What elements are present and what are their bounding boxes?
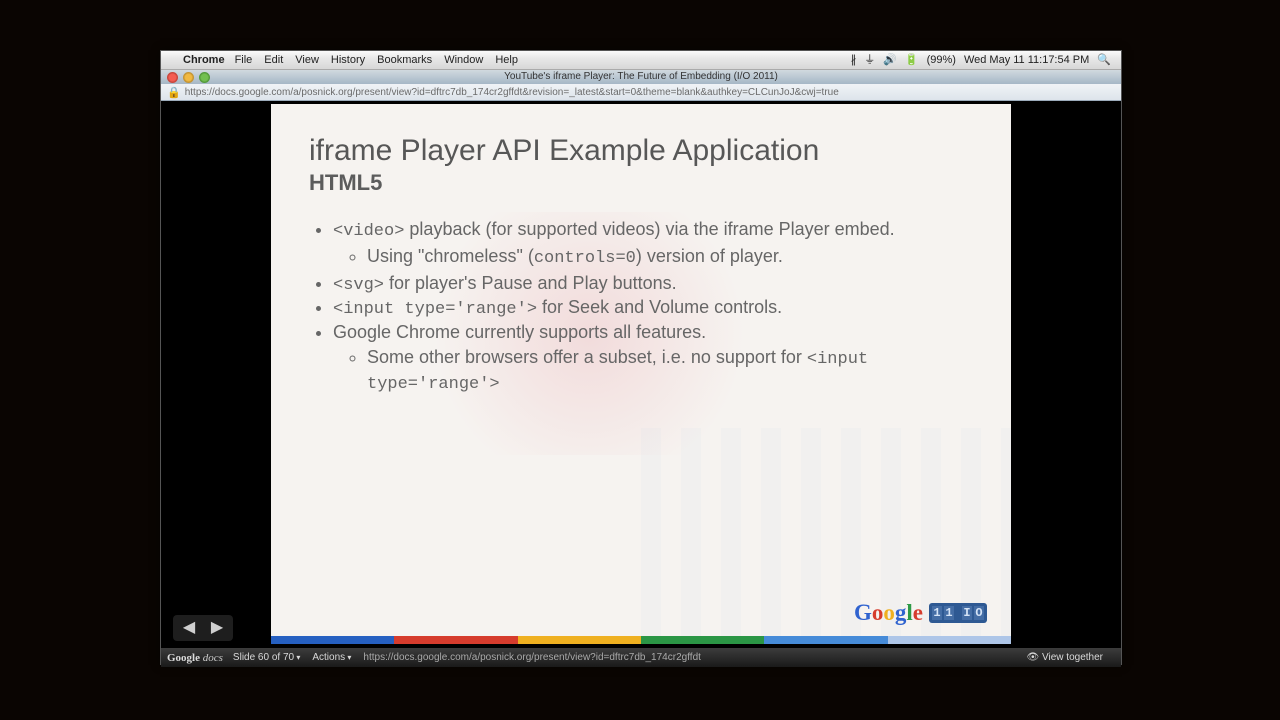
chrome-titlebar: YouTube's iframe Player: The Future of E… [161,70,1121,84]
docs-footer: Google docs Slide 60 of 70 Actions https… [161,647,1121,667]
tab-title[interactable]: YouTube's iframe Player: The Future of E… [504,71,778,82]
view-together-button[interactable]: View together [1027,652,1103,663]
bullet-chromeless: Using "chromeless" (controls=0) version … [367,245,973,270]
presentation-stage: iframe Player API Example Application HT… [161,101,1121,647]
url-text: https://docs.google.com/a/posnick.org/pr… [185,87,839,98]
menu-file[interactable]: File [235,54,253,66]
window-minimize-button[interactable] [183,72,194,83]
actions-menu[interactable]: Actions [312,652,351,663]
lock-icon: 🔒 [167,86,181,99]
slide-indicator[interactable]: Slide 60 of 70 [233,652,300,663]
window-zoom-button[interactable] [199,72,210,83]
product-label: Google docs [167,652,223,664]
bullet-browser-subset: Some other browsers offer a subset, i.e.… [367,346,973,396]
window-controls [167,72,210,83]
slide-footer-stripe [271,636,1011,644]
google-io-logo: Google 11 IO [854,600,987,626]
wifi-icon[interactable]: ⏚ [864,55,875,66]
slide-prev-button[interactable]: ◀ [177,619,201,637]
spotlight-icon[interactable]: 🔍 [1097,55,1111,66]
slide-next-button[interactable]: ▶ [205,619,229,637]
menu-edit[interactable]: Edit [264,54,283,66]
slide-bullets: <video> playback (for supported videos) … [309,218,973,396]
slide-nav: ◀ ▶ [173,615,233,641]
bluetooth-icon[interactable]: ∦ [851,55,857,66]
code-range: <input type='range'> [333,300,537,319]
code-video: <video> [333,222,404,241]
address-bar[interactable]: 🔒 https://docs.google.com/a/posnick.org/… [161,84,1121,101]
slide: iframe Player API Example Application HT… [271,104,1011,644]
window-close-button[interactable] [167,72,178,83]
clock[interactable]: Wed May 11 11:17:54 PM [964,55,1089,66]
volume-icon[interactable]: 🔊 [883,55,897,66]
menu-view[interactable]: View [295,54,319,66]
menu-bookmarks[interactable]: Bookmarks [377,54,432,66]
bullet-video: <video> playback (for supported videos) … [333,218,973,270]
menu-history[interactable]: History [331,54,365,66]
menu-window[interactable]: Window [444,54,483,66]
status-url: https://docs.google.com/a/posnick.org/pr… [363,652,701,663]
code-svg: <svg> [333,276,384,295]
bullet-range: <input type='range'> for Seek and Volume… [333,296,973,321]
menubar-app[interactable]: Chrome [183,54,225,66]
battery-icon[interactable]: 🔋 [905,55,919,66]
mac-menubar: Chrome File Edit View History Bookmarks … [161,51,1121,70]
slide-title: iframe Player API Example Application [309,134,973,168]
chrome-window: Chrome File Edit View History Bookmarks … [160,50,1122,665]
bullet-chrome-support: Google Chrome currently supports all fea… [333,321,973,396]
battery-percent: (99%) [927,55,956,66]
slide-subtitle: HTML5 [309,170,973,196]
menu-help[interactable]: Help [495,54,518,66]
bullet-svg: <svg> for player's Pause and Play button… [333,272,973,297]
